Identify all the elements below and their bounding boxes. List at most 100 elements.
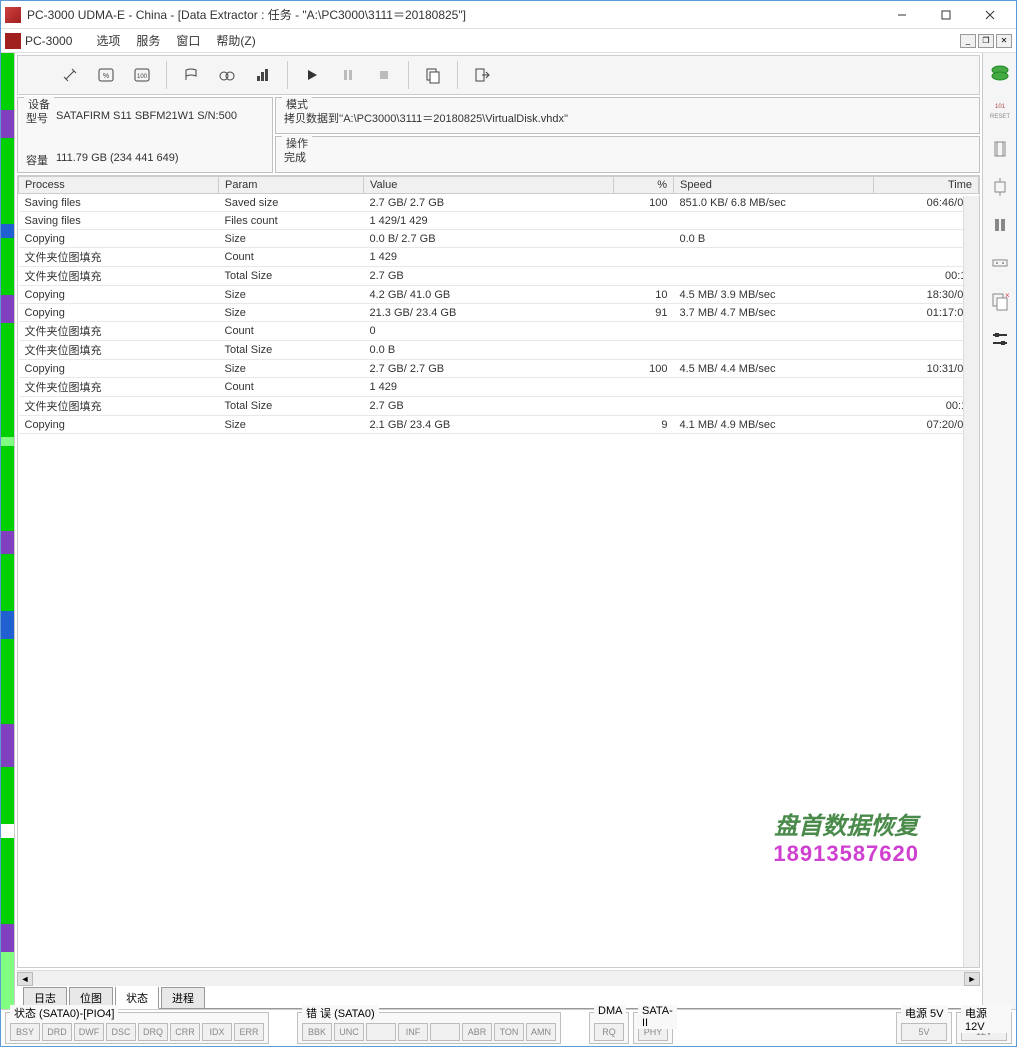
cell-pct <box>614 248 674 267</box>
table-row[interactable]: CopyingSize 2.1 GB/ 23.4 GB9 4.1 MB/ 4.9… <box>19 416 979 434</box>
cell-speed: 4.1 MB/ 4.9 MB/sec <box>674 416 874 434</box>
status-12v-legend: 电源 12V <box>961 1005 1011 1033</box>
cell-pct: 100 <box>614 194 674 212</box>
operation-legend: 操作 <box>282 135 312 151</box>
app-icon <box>5 7 21 23</box>
mode-legend: 模式 <box>282 96 312 112</box>
table-row[interactable]: 文件夹位图填充Count0 <box>19 322 979 341</box>
tool-chart-icon[interactable] <box>246 59 280 91</box>
horizontal-scrollbar[interactable]: ◄ ► <box>17 970 980 986</box>
col-value[interactable]: Value <box>364 177 614 194</box>
table-row[interactable]: CopyingSize 0.0 B/ 2.7 GB 0.0 B <box>19 230 979 248</box>
cell-pct <box>614 230 674 248</box>
cell-param: Size <box>219 416 364 434</box>
table-row[interactable]: Saving filesFiles count1 429/1 429 <box>19 212 979 230</box>
sidebar-pins-icon[interactable] <box>988 137 1012 161</box>
tool-settings-icon[interactable] <box>53 59 87 91</box>
menubar: PC-3000 选项 服务 窗口 帮助(Z) _ ❐ ✕ <box>1 29 1016 53</box>
mdi-close-button[interactable]: ✕ <box>996 34 1012 48</box>
tool-percent1-icon[interactable]: % <box>89 59 123 91</box>
status-led: CRR <box>170 1023 200 1041</box>
cell-param: Files count <box>219 212 364 230</box>
tool-binoculars-icon[interactable] <box>210 59 244 91</box>
status-led <box>366 1023 396 1041</box>
scroll-right-icon[interactable]: ► <box>964 972 980 986</box>
cell-param: Count <box>219 378 364 397</box>
device-group: 设备 型号 SATAFIRM S11 SBFM21W1 S/N:500 容量 1… <box>17 97 273 173</box>
minimize-button[interactable] <box>880 2 924 28</box>
cell-pct <box>614 267 674 286</box>
status-led: TON <box>494 1023 524 1041</box>
cell-param: Total Size <box>219 341 364 360</box>
status-error-legend: 错 误 (SATA0) <box>302 1005 379 1021</box>
table-row[interactable]: 文件夹位图填充Count1 429 <box>19 248 979 267</box>
sidebar-reset-icon[interactable]: 101RESET <box>988 99 1012 123</box>
mdi-minimize-button[interactable]: _ <box>960 34 976 48</box>
table-row[interactable]: 文件夹位图填充Total Size 2.7 GB00:11 <box>19 397 979 416</box>
table-row[interactable]: CopyingSize 4.2 GB/ 41.0 GB10 4.5 MB/ 3.… <box>19 286 979 304</box>
status-led: UNC <box>334 1023 364 1041</box>
maximize-button[interactable] <box>924 2 968 28</box>
table-row[interactable]: Saving filesSaved size 2.7 GB/ 2.7 GB100… <box>19 194 979 212</box>
sidebar-chip-icon[interactable] <box>988 175 1012 199</box>
menu-window[interactable]: 窗口 <box>168 32 208 49</box>
menu-options[interactable]: 选项 <box>88 32 128 49</box>
status-dma-legend: DMA <box>594 1005 626 1017</box>
tool-navigate-icon[interactable] <box>174 59 208 91</box>
status-led: AMN <box>526 1023 556 1041</box>
table-row[interactable]: 文件夹位图填充Total Size 2.7 GB00:15 <box>19 267 979 286</box>
status-state-legend: 状态 (SATA0)-[PIO4] <box>10 1005 118 1021</box>
col-process[interactable]: Process <box>19 177 219 194</box>
tool-copy-icon[interactable] <box>416 59 450 91</box>
tool-stop-icon[interactable] <box>367 59 401 91</box>
tool-play-icon[interactable] <box>295 59 329 91</box>
scroll-left-icon[interactable]: ◄ <box>17 972 33 986</box>
col-time[interactable]: Time <box>874 177 979 194</box>
cell-process: Copying <box>19 416 219 434</box>
sidebar-settings-icon[interactable] <box>988 327 1012 351</box>
cell-process: Copying <box>19 286 219 304</box>
sidebar-pause-icon[interactable] <box>988 213 1012 237</box>
vertical-scrollbar[interactable] <box>963 196 979 967</box>
cell-speed <box>674 341 874 360</box>
cell-speed <box>674 267 874 286</box>
cell-value: 2.7 GB <box>364 397 614 416</box>
sidebar-connector-icon[interactable] <box>988 251 1012 275</box>
watermark-text: 盘首数据恢复 <box>773 806 919 841</box>
tab-process[interactable]: 进程 <box>161 987 205 1008</box>
cell-speed <box>674 378 874 397</box>
col-speed[interactable]: Speed <box>674 177 874 194</box>
cell-process: 文件夹位图填充 <box>19 341 219 360</box>
right-sidebar: 101RESET × <box>982 53 1016 1009</box>
mdi-restore-button[interactable]: ❐ <box>978 34 994 48</box>
menu-service[interactable]: 服务 <box>128 32 168 49</box>
sidebar-disk-icon[interactable] <box>988 61 1012 85</box>
close-button[interactable] <box>968 2 1012 28</box>
tab-status[interactable]: 状态 <box>115 986 159 1009</box>
status-led: BBK <box>302 1023 332 1041</box>
cell-process: Saving files <box>19 194 219 212</box>
cell-param: Total Size <box>219 397 364 416</box>
cell-speed: 4.5 MB/ 3.9 MB/sec <box>674 286 874 304</box>
cell-value: 2.7 GB/ 2.7 GB <box>364 194 614 212</box>
process-table[interactable]: Process Param Value % Speed Time Saving … <box>17 175 980 968</box>
tool-pause-icon[interactable] <box>331 59 365 91</box>
table-row[interactable]: 文件夹位图填充Total Size 0.0 B <box>19 341 979 360</box>
tool-exit-icon[interactable] <box>465 59 499 91</box>
status-5v-group: 电源 5V 5V <box>896 1012 952 1044</box>
cell-speed: 0.0 B <box>674 230 874 248</box>
tool-percent2-icon[interactable]: 100 <box>125 59 159 91</box>
col-pct[interactable]: % <box>614 177 674 194</box>
status-led: DSC <box>106 1023 136 1041</box>
capacity-value: 111.79 GB (234 441 649) <box>56 152 179 168</box>
table-row[interactable]: CopyingSize 2.7 GB/ 2.7 GB100 4.5 MB/ 4.… <box>19 360 979 378</box>
status-sata2-legend: SATA-II <box>638 1005 677 1029</box>
sidebar-copy-icon[interactable]: × <box>988 289 1012 313</box>
cell-param: Count <box>219 248 364 267</box>
table-row[interactable]: 文件夹位图填充Count1 429 <box>19 378 979 397</box>
cell-value: 0.0 B/ 2.7 GB <box>364 230 614 248</box>
menu-help[interactable]: 帮助(Z) <box>208 32 263 49</box>
cell-pct <box>614 212 674 230</box>
table-row[interactable]: CopyingSize 21.3 GB/ 23.4 GB91 3.7 MB/ 4… <box>19 304 979 322</box>
col-param[interactable]: Param <box>219 177 364 194</box>
